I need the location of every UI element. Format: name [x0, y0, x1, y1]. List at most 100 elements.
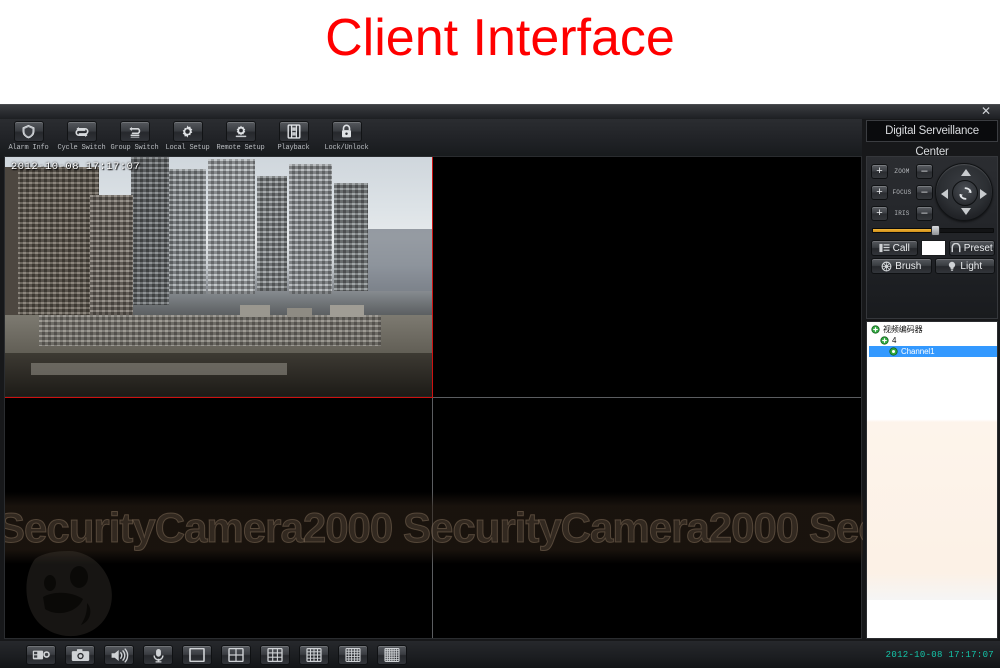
- remote-gear-icon: [225, 121, 256, 142]
- speaker-icon: [111, 647, 128, 663]
- layout-16-icon: [306, 648, 322, 662]
- tree-node-label: 视频编码器: [883, 325, 923, 334]
- layout-4-icon: [228, 648, 244, 662]
- bottom-toolbar: 2012-10-08 17:17:07: [0, 641, 1000, 668]
- talk-button[interactable]: [143, 645, 173, 665]
- video-pane-3[interactable]: [5, 397, 433, 638]
- page-root: Client Interface ✕ Alarm Info Cycle Swit…: [0, 0, 1000, 668]
- device-tree-panel[interactable]: 视频编码器 4 Channel1: [866, 321, 998, 639]
- layout-36-button[interactable]: [377, 645, 407, 665]
- iris-minus-button[interactable]: –: [915, 206, 933, 221]
- toolbar-item-label: Local Setup: [165, 144, 210, 152]
- preset-number-input[interactable]: [920, 240, 946, 256]
- zoom-plus-button[interactable]: +: [871, 164, 888, 179]
- toolbar-item-cycle-switch[interactable]: Cycle Switch: [57, 119, 106, 152]
- ptz-up-arrow-icon[interactable]: [961, 169, 971, 176]
- device-icon: [880, 336, 889, 345]
- ptz-down-arrow-icon[interactable]: [961, 208, 971, 215]
- tree-node-label: 4: [892, 336, 897, 345]
- toolbar-item-label: Lock/Unlock: [324, 144, 369, 152]
- shield-icon: [13, 121, 44, 142]
- group-switch-icon: [119, 121, 150, 142]
- microphone-icon: [152, 648, 164, 662]
- focus-plus-button[interactable]: +: [871, 185, 888, 200]
- iris-control-row: + IRIS –: [871, 205, 933, 222]
- call-list-icon: [879, 243, 890, 253]
- ptz-right-arrow-icon[interactable]: [980, 189, 987, 199]
- ptz-left-arrow-icon[interactable]: [941, 189, 948, 199]
- ptz-speed-slider[interactable]: [872, 225, 994, 236]
- application-window: ✕ Alarm Info Cycle Switch Group Switch L…: [0, 104, 1000, 668]
- layout-36-icon: [384, 648, 400, 662]
- light-bulb-icon: [949, 261, 956, 271]
- toolbar-item-lock-unlock[interactable]: Lock/Unlock: [324, 119, 369, 152]
- ptz-control-panel: + ZOOM – + FOCUS – + IRIS – Call Preset …: [866, 156, 998, 319]
- layout-1-button[interactable]: [182, 645, 212, 665]
- brush-label: Brush: [895, 260, 922, 272]
- audio-button[interactable]: [104, 645, 134, 665]
- preset-row: Call Preset: [871, 240, 995, 256]
- layout-1-icon: [189, 648, 205, 662]
- record-button[interactable]: [26, 645, 56, 665]
- camera-timestamp-overlay: 2012-10-08 17:17:07: [11, 161, 141, 173]
- snapshot-button[interactable]: [65, 645, 95, 665]
- right-panel: + ZOOM – + FOCUS – + IRIS – Call Preset …: [866, 156, 998, 639]
- zoom-label: ZOOM: [894, 168, 910, 175]
- layout-25-button[interactable]: [338, 645, 368, 665]
- light-button[interactable]: Light: [934, 258, 995, 274]
- tree-node-encoder[interactable]: 视频编码器: [867, 324, 997, 335]
- device-tree: 视频编码器 4 Channel1: [867, 324, 997, 357]
- slider-handle[interactable]: [931, 225, 940, 236]
- call-label: Call: [892, 242, 910, 254]
- main-toolbar: Alarm Info Cycle Switch Group Switch Loc…: [0, 119, 862, 158]
- tree-node-label: Channel1: [901, 347, 935, 356]
- status-timestamp: 2012-10-08 17:17:07: [885, 650, 994, 660]
- zoom-control-row: + ZOOM –: [871, 163, 933, 180]
- brush-icon: [881, 261, 892, 271]
- camera-icon: [71, 649, 89, 661]
- call-button[interactable]: Call: [871, 240, 918, 256]
- device-group-icon: [871, 325, 880, 334]
- toolbar-item-label: Remote Setup: [216, 144, 265, 152]
- zoom-minus-button[interactable]: –: [915, 164, 933, 179]
- video-pane-1[interactable]: 2012-10-08 17:17:07: [5, 157, 433, 398]
- toolbar-item-group-switch[interactable]: Group Switch: [111, 119, 159, 152]
- camera-stream-image: [5, 157, 432, 397]
- preset-label: Preset: [963, 242, 993, 254]
- focus-label: FOCUS: [892, 189, 912, 196]
- focus-control-row: + FOCUS –: [871, 184, 933, 201]
- video-pane-4[interactable]: [433, 397, 861, 638]
- cycle-arrows-icon: [66, 121, 97, 142]
- close-icon[interactable]: ✕: [978, 105, 994, 119]
- auto-scan-icon[interactable]: [952, 180, 978, 206]
- toolbar-item-local-setup[interactable]: Local Setup: [165, 119, 210, 152]
- brand-plate: Digital Serveillance Center: [866, 120, 998, 158]
- preset-button[interactable]: Preset: [948, 240, 995, 256]
- toolbar-item-alarm-info[interactable]: Alarm Info: [6, 119, 51, 152]
- light-label: Light: [960, 260, 983, 272]
- focus-minus-button[interactable]: –: [915, 185, 933, 200]
- record-camera-icon: [32, 650, 50, 660]
- toolbar-item-remote-setup[interactable]: Remote Setup: [216, 119, 265, 152]
- video-pane-2[interactable]: [433, 157, 861, 398]
- preset-arc-icon: [951, 243, 961, 253]
- toolbar-item-label: Cycle Switch: [57, 144, 106, 152]
- slider-fill: [873, 229, 937, 232]
- lens-control-group: + ZOOM – + FOCUS – + IRIS –: [871, 163, 933, 226]
- layout-25-icon: [345, 648, 361, 662]
- toolbar-item-label: Alarm Info: [8, 144, 49, 152]
- gear-icon: [172, 121, 203, 142]
- iris-plus-button[interactable]: +: [871, 206, 888, 221]
- page-title: Client Interface: [325, 9, 675, 67]
- tree-node-device[interactable]: 4: [867, 335, 997, 346]
- brush-button[interactable]: Brush: [871, 258, 932, 274]
- toolbar-item-label: Playback: [277, 144, 310, 152]
- tree-node-channel1[interactable]: Channel1: [869, 346, 997, 357]
- ptz-joystick[interactable]: [935, 163, 993, 221]
- toolbar-item-playback[interactable]: Playback: [271, 119, 316, 152]
- layout-16-button[interactable]: [299, 645, 329, 665]
- layout-9-button[interactable]: [260, 645, 290, 665]
- layout-4-button[interactable]: [221, 645, 251, 665]
- channel-icon: [889, 347, 898, 356]
- layout-9-icon: [267, 648, 283, 662]
